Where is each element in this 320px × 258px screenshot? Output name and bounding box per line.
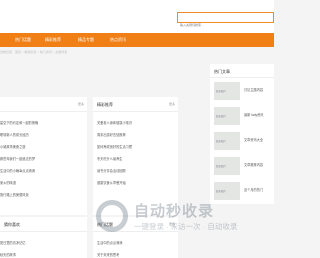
thumbnail: 暂无图片 bbox=[214, 132, 240, 150]
thumbnail: 暂无图片 bbox=[214, 157, 240, 175]
list-item[interactable]: 职场新人的成长经历 bbox=[0, 129, 87, 141]
list-item[interactable]: 读书分享会活动回顾 bbox=[97, 165, 178, 177]
main-nav: 热门话题 精彩推荐 精品专题 热点资讯 bbox=[0, 33, 274, 47]
list-item[interactable]: 生活中的点点滴滴 bbox=[97, 237, 178, 249]
list-item[interactable]: 关于未来的思考 bbox=[97, 249, 178, 258]
divider bbox=[0, 231, 87, 232]
search-box[interactable] bbox=[177, 12, 274, 30]
thumb-caption: 暂无图片 bbox=[216, 115, 227, 118]
list-item[interactable]: 周末出游好去处推荐 bbox=[97, 129, 178, 141]
sidebar-item[interactable]: 暂无图片 讨论主题内容 bbox=[214, 81, 270, 101]
list-item[interactable]: 关爱老人身体健康小常识 bbox=[97, 117, 178, 129]
more-link[interactable]: 更多 bbox=[169, 102, 175, 106]
list-item[interactable]: 星空下的约定和一起的夜晚 bbox=[0, 117, 87, 129]
article-list: 关爱老人身体健康小常识 周末出游好去处推荐 如何养成良好的生活习惯 冬天吃什么最… bbox=[97, 117, 178, 189]
list-item[interactable]: 秋天的故事 bbox=[0, 249, 87, 258]
article-list: 夏日里的清凉记忆 秋天的故事 bbox=[0, 237, 87, 258]
list-item[interactable]: 小城故事美食之旅 bbox=[0, 141, 87, 153]
card-title: 精彩推荐 bbox=[97, 102, 113, 107]
sidebar-item-title: 讨论主题内容 bbox=[244, 88, 264, 92]
list-item[interactable]: 夏日里的清凉记忆 bbox=[0, 237, 87, 249]
sidebar-title: 热门文章 bbox=[214, 69, 230, 74]
thumb-caption: 暂无图片 bbox=[216, 90, 227, 93]
list-item[interactable]: 健康饮食从早餐开始 bbox=[97, 177, 178, 189]
thumb-caption: 暂无图片 bbox=[216, 165, 227, 168]
thumb-caption: 暂无图片 bbox=[216, 140, 227, 143]
card-latest: 更多 星空下的约定和一起的夜晚 职场新人的成长经历 小城故事美食之旅 那些年我们… bbox=[0, 97, 87, 215]
list-item[interactable]: 生活中的小确幸点点滴滴 bbox=[0, 165, 87, 177]
list-item[interactable]: 家乡的味道 bbox=[0, 177, 87, 189]
divider bbox=[210, 77, 274, 78]
list-item[interactable]: 那些年我们一起追过的梦 bbox=[0, 153, 87, 165]
list-item[interactable]: 如何养成良好的生活习惯 bbox=[97, 141, 178, 153]
divider bbox=[0, 111, 87, 112]
watermark-subtitle: 一键登录 · 来访一次 · 自动收录 bbox=[134, 222, 238, 231]
list-item[interactable]: 冬天吃什么最养生 bbox=[97, 153, 178, 165]
nav-item-1[interactable]: 热门话题 bbox=[15, 33, 31, 47]
watermark: 自动秒收录 一键登录 · 来访一次 · 自动收录 bbox=[96, 198, 266, 238]
search-input[interactable] bbox=[178, 20, 273, 30]
list-item[interactable]: 旅行路上的美丽风景 bbox=[0, 189, 87, 201]
sidebar-item[interactable]: 暂无图片 文章推荐内容 bbox=[214, 156, 270, 176]
breadcrumb: 当前位置：首页 > 精选栏目 > 热门资讯 > 文章列表 bbox=[0, 50, 68, 54]
sidebar-item-title: 最新 lady资讯 bbox=[244, 113, 264, 117]
watermark-logo-icon bbox=[96, 200, 128, 232]
watermark-title: 自动秒收录 bbox=[134, 203, 215, 220]
sidebar-item-title: 文章推荐内容 bbox=[244, 163, 264, 167]
page: 热门话题 精彩推荐 精品专题 热点资讯 当前位置：首页 > 精选栏目 > 热门资… bbox=[0, 0, 274, 258]
thumbnail: 暂无图片 bbox=[214, 82, 240, 100]
header bbox=[0, 0, 274, 33]
more-link[interactable]: 更多 bbox=[78, 102, 84, 106]
card-guess: 猜你喜欢 夏日里的清凉记忆 秋天的故事 bbox=[0, 217, 87, 258]
thumb-caption: 暂无图片 bbox=[216, 190, 227, 193]
article-list: 星空下的约定和一起的夜晚 职场新人的成长经历 小城故事美食之旅 那些年我们一起追… bbox=[0, 117, 87, 201]
sidebar-item-title: 这个月的热门 bbox=[244, 188, 264, 192]
nav-item-2[interactable]: 精彩推荐 bbox=[45, 33, 61, 47]
divider bbox=[93, 111, 178, 112]
nav-item-3[interactable]: 精品专题 bbox=[78, 33, 94, 47]
article-list: 生活中的点点滴滴 关于未来的思考 bbox=[97, 237, 178, 258]
sidebar-item-title: 文章资讯大全 bbox=[244, 138, 264, 142]
sidebar-item[interactable]: 暂无图片 文章资讯大全 bbox=[214, 131, 270, 151]
card-title: 猜你喜欢 bbox=[4, 222, 20, 227]
thumbnail: 暂无图片 bbox=[214, 107, 240, 125]
sidebar-item[interactable]: 暂无图片 最新 lady资讯 bbox=[214, 106, 270, 126]
nav-item-4[interactable]: 热点资讯 bbox=[110, 33, 126, 47]
sidebar-hot-articles: 热门文章 暂无图片 讨论主题内容 暂无图片 最新 lady资讯 暂无图片 文章资… bbox=[210, 64, 274, 204]
